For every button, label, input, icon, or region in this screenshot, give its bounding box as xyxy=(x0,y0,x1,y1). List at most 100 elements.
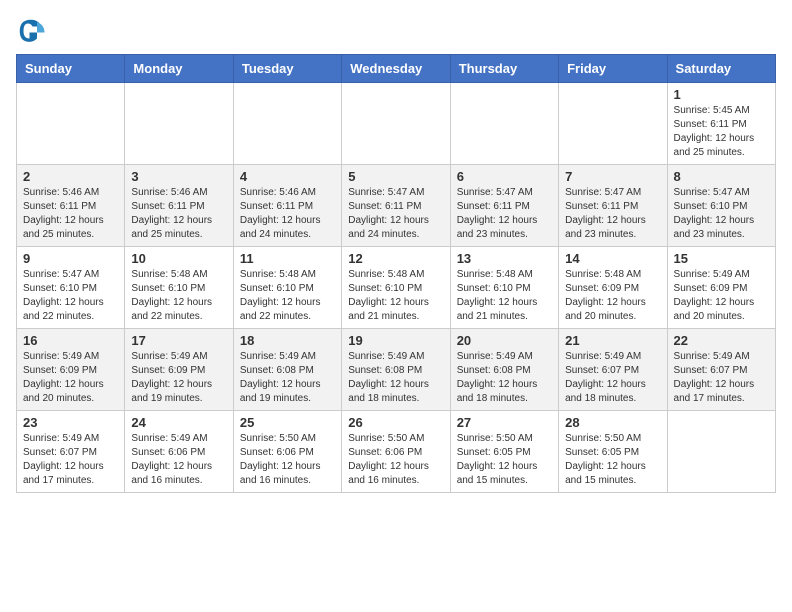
day-info: Sunrise: 5:45 AM Sunset: 6:11 PM Dayligh… xyxy=(674,104,769,160)
day-number: 22 xyxy=(674,333,769,348)
day-number: 2 xyxy=(23,169,118,184)
day-info: Sunrise: 5:48 AM Sunset: 6:09 PM Dayligh… xyxy=(565,268,660,324)
calendar-cell: 20 Sunrise: 5:49 AM Sunset: 6:08 PM Dayli… xyxy=(450,329,558,411)
calendar-cell: 1 Sunrise: 5:45 AM Sunset: 6:11 PM Daylig… xyxy=(667,83,775,165)
day-number: 28 xyxy=(565,415,660,430)
calendar-cell: 24 Sunrise: 5:49 AM Sunset: 6:06 PM Dayli… xyxy=(125,411,233,493)
calendar-cell xyxy=(125,83,233,165)
day-number: 14 xyxy=(565,251,660,266)
day-number: 11 xyxy=(240,251,335,266)
day-info: Sunrise: 5:48 AM Sunset: 6:10 PM Dayligh… xyxy=(348,268,443,324)
calendar-cell: 17 Sunrise: 5:49 AM Sunset: 6:09 PM Dayli… xyxy=(125,329,233,411)
calendar-cell: 27 Sunrise: 5:50 AM Sunset: 6:05 PM Dayli… xyxy=(450,411,558,493)
day-number: 7 xyxy=(565,169,660,184)
calendar-cell: 2 Sunrise: 5:46 AM Sunset: 6:11 PM Daylig… xyxy=(17,165,125,247)
calendar-cell: 12 Sunrise: 5:48 AM Sunset: 6:10 PM Dayli… xyxy=(342,247,450,329)
day-number: 15 xyxy=(674,251,769,266)
day-info: Sunrise: 5:50 AM Sunset: 6:05 PM Dayligh… xyxy=(457,432,552,488)
day-number: 16 xyxy=(23,333,118,348)
weekday-header-row: SundayMondayTuesdayWednesdayThursdayFrid… xyxy=(17,55,776,83)
day-info: Sunrise: 5:49 AM Sunset: 6:08 PM Dayligh… xyxy=(240,350,335,406)
day-number: 1 xyxy=(674,87,769,102)
calendar-cell: 3 Sunrise: 5:46 AM Sunset: 6:11 PM Daylig… xyxy=(125,165,233,247)
day-number: 10 xyxy=(131,251,226,266)
day-info: Sunrise: 5:50 AM Sunset: 6:05 PM Dayligh… xyxy=(565,432,660,488)
page-header xyxy=(16,16,776,46)
day-number: 3 xyxy=(131,169,226,184)
day-number: 18 xyxy=(240,333,335,348)
calendar-cell xyxy=(667,411,775,493)
weekday-header-wednesday: Wednesday xyxy=(342,55,450,83)
calendar-cell xyxy=(559,83,667,165)
calendar-week-1: 1 Sunrise: 5:45 AM Sunset: 6:11 PM Daylig… xyxy=(17,83,776,165)
day-info: Sunrise: 5:49 AM Sunset: 6:08 PM Dayligh… xyxy=(457,350,552,406)
day-number: 5 xyxy=(348,169,443,184)
day-info: Sunrise: 5:49 AM Sunset: 6:08 PM Dayligh… xyxy=(348,350,443,406)
day-number: 20 xyxy=(457,333,552,348)
day-info: Sunrise: 5:49 AM Sunset: 6:09 PM Dayligh… xyxy=(674,268,769,324)
calendar-cell: 22 Sunrise: 5:49 AM Sunset: 6:07 PM Dayli… xyxy=(667,329,775,411)
day-number: 6 xyxy=(457,169,552,184)
calendar-cell: 15 Sunrise: 5:49 AM Sunset: 6:09 PM Dayli… xyxy=(667,247,775,329)
weekday-header-tuesday: Tuesday xyxy=(233,55,341,83)
day-info: Sunrise: 5:48 AM Sunset: 6:10 PM Dayligh… xyxy=(240,268,335,324)
day-info: Sunrise: 5:48 AM Sunset: 6:10 PM Dayligh… xyxy=(457,268,552,324)
day-number: 21 xyxy=(565,333,660,348)
calendar-cell xyxy=(450,83,558,165)
weekday-header-thursday: Thursday xyxy=(450,55,558,83)
day-info: Sunrise: 5:48 AM Sunset: 6:10 PM Dayligh… xyxy=(131,268,226,324)
day-info: Sunrise: 5:49 AM Sunset: 6:09 PM Dayligh… xyxy=(131,350,226,406)
day-number: 27 xyxy=(457,415,552,430)
weekday-header-saturday: Saturday xyxy=(667,55,775,83)
calendar-cell: 19 Sunrise: 5:49 AM Sunset: 6:08 PM Dayli… xyxy=(342,329,450,411)
weekday-header-monday: Monday xyxy=(125,55,233,83)
day-number: 19 xyxy=(348,333,443,348)
day-info: Sunrise: 5:47 AM Sunset: 6:11 PM Dayligh… xyxy=(565,186,660,242)
day-number: 8 xyxy=(674,169,769,184)
calendar-cell: 13 Sunrise: 5:48 AM Sunset: 6:10 PM Dayli… xyxy=(450,247,558,329)
calendar-cell: 5 Sunrise: 5:47 AM Sunset: 6:11 PM Daylig… xyxy=(342,165,450,247)
calendar-cell: 28 Sunrise: 5:50 AM Sunset: 6:05 PM Dayli… xyxy=(559,411,667,493)
calendar-cell: 10 Sunrise: 5:48 AM Sunset: 6:10 PM Dayli… xyxy=(125,247,233,329)
calendar-cell: 25Sunrise: 5:50 AM Sunset: 6:06 PM Dayli… xyxy=(233,411,341,493)
day-info: Sunrise: 5:49 AM Sunset: 6:09 PM Dayligh… xyxy=(23,350,118,406)
day-info: Sunrise: 5:49 AM Sunset: 6:07 PM Dayligh… xyxy=(565,350,660,406)
calendar-week-5: 23Sunrise: 5:49 AM Sunset: 6:07 PM Dayli… xyxy=(17,411,776,493)
calendar-cell: 11 Sunrise: 5:48 AM Sunset: 6:10 PM Dayli… xyxy=(233,247,341,329)
calendar-cell: 4 Sunrise: 5:46 AM Sunset: 6:11 PM Daylig… xyxy=(233,165,341,247)
day-info: Sunrise: 5:50 AM Sunset: 6:06 PM Dayligh… xyxy=(348,432,443,488)
calendar-cell: 23Sunrise: 5:49 AM Sunset: 6:07 PM Dayli… xyxy=(17,411,125,493)
calendar-cell xyxy=(233,83,341,165)
day-info: Sunrise: 5:50 AM Sunset: 6:06 PM Dayligh… xyxy=(240,432,335,488)
calendar-cell: 18 Sunrise: 5:49 AM Sunset: 6:08 PM Dayli… xyxy=(233,329,341,411)
day-info: Sunrise: 5:46 AM Sunset: 6:11 PM Dayligh… xyxy=(131,186,226,242)
calendar-cell: 16 Sunrise: 5:49 AM Sunset: 6:09 PM Dayli… xyxy=(17,329,125,411)
weekday-header-sunday: Sunday xyxy=(17,55,125,83)
logo xyxy=(16,16,50,46)
day-info: Sunrise: 5:46 AM Sunset: 6:11 PM Dayligh… xyxy=(23,186,118,242)
calendar-cell xyxy=(17,83,125,165)
calendar-cell: 7 Sunrise: 5:47 AM Sunset: 6:11 PM Daylig… xyxy=(559,165,667,247)
calendar-cell: 8 Sunrise: 5:47 AM Sunset: 6:10 PM Daylig… xyxy=(667,165,775,247)
calendar-week-4: 16 Sunrise: 5:49 AM Sunset: 6:09 PM Dayli… xyxy=(17,329,776,411)
calendar-cell xyxy=(342,83,450,165)
day-info: Sunrise: 5:47 AM Sunset: 6:11 PM Dayligh… xyxy=(348,186,443,242)
calendar-cell: 14 Sunrise: 5:48 AM Sunset: 6:09 PM Dayli… xyxy=(559,247,667,329)
day-number: 13 xyxy=(457,251,552,266)
day-number: 24 xyxy=(131,415,226,430)
day-info: Sunrise: 5:49 AM Sunset: 6:06 PM Dayligh… xyxy=(131,432,226,488)
calendar-week-3: 9Sunrise: 5:47 AM Sunset: 6:10 PM Daylig… xyxy=(17,247,776,329)
calendar-table: SundayMondayTuesdayWednesdayThursdayFrid… xyxy=(16,54,776,493)
calendar-cell: 26Sunrise: 5:50 AM Sunset: 6:06 PM Dayli… xyxy=(342,411,450,493)
day-number: 17 xyxy=(131,333,226,348)
calendar-cell: 6 Sunrise: 5:47 AM Sunset: 6:11 PM Daylig… xyxy=(450,165,558,247)
day-info: Sunrise: 5:47 AM Sunset: 6:10 PM Dayligh… xyxy=(23,268,118,324)
day-info: Sunrise: 5:49 AM Sunset: 6:07 PM Dayligh… xyxy=(23,432,118,488)
day-info: Sunrise: 5:47 AM Sunset: 6:10 PM Dayligh… xyxy=(674,186,769,242)
day-number: 12 xyxy=(348,251,443,266)
calendar-week-2: 2 Sunrise: 5:46 AM Sunset: 6:11 PM Daylig… xyxy=(17,165,776,247)
day-info: Sunrise: 5:46 AM Sunset: 6:11 PM Dayligh… xyxy=(240,186,335,242)
day-info: Sunrise: 5:47 AM Sunset: 6:11 PM Dayligh… xyxy=(457,186,552,242)
day-number: 4 xyxy=(240,169,335,184)
day-info: Sunrise: 5:49 AM Sunset: 6:07 PM Dayligh… xyxy=(674,350,769,406)
